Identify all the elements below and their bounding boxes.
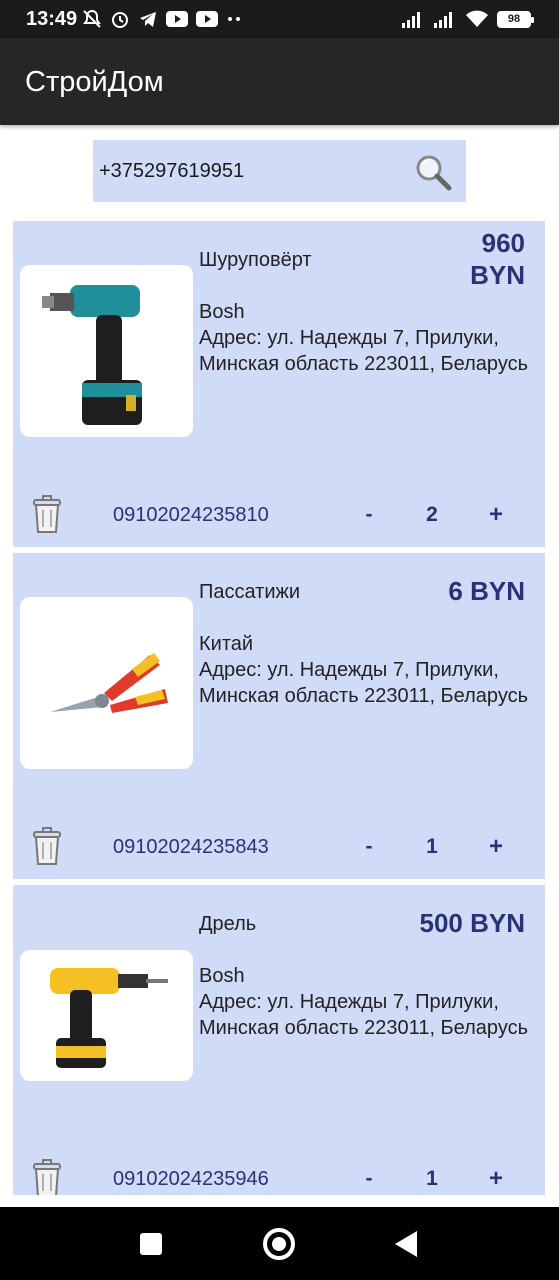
search-input[interactable] — [99, 140, 399, 202]
wifi-icon — [466, 10, 488, 27]
back-button[interactable] — [395, 1231, 417, 1257]
item-address: Адрес: ул. Надежды 7, Прилуки, Минская о… — [199, 991, 529, 1039]
recents-button[interactable] — [140, 1233, 162, 1255]
youtube-icon — [196, 11, 218, 27]
signal-icon — [434, 12, 452, 28]
trash-icon[interactable] — [31, 826, 63, 866]
signal-icon — [402, 12, 420, 28]
more-dots-icon — [228, 17, 240, 21]
alarm-icon — [112, 12, 128, 28]
youtube-icon — [166, 11, 188, 27]
item-price: 6 BYN — [448, 575, 525, 607]
cart-item: Шуруповёрт 960 BYN Bosh Адрес: ул. Надеж… — [13, 221, 545, 547]
search-icon[interactable] — [413, 152, 453, 192]
app-title: СтройДом — [25, 66, 164, 98]
status-left-icons — [82, 9, 242, 29]
telegram-icon — [140, 12, 156, 27]
quantity-value: 1 — [426, 835, 438, 858]
item-price-amount: 500 BYN — [419, 908, 526, 938]
item-brand: Bosh — [199, 965, 245, 987]
item-brand: Китай — [199, 633, 254, 655]
status-right-icons: 98 — [401, 9, 534, 29]
drill-image — [20, 950, 193, 1081]
item-brand: Bosh — [199, 301, 245, 323]
quantity-value: 2 — [426, 503, 438, 526]
trash-icon[interactable] — [31, 1158, 63, 1195]
item-article: 09102024235843 — [113, 836, 269, 858]
status-time: 13:49 — [26, 8, 78, 30]
cart-item: Пассатижи 6 BYN Китай Адрес: ул. Надежды… — [13, 553, 545, 879]
trash-icon[interactable] — [31, 494, 63, 534]
battery-icon: 98 — [497, 10, 534, 28]
item-price: 500 BYN — [420, 907, 526, 939]
item-name: Пассатижи — [199, 581, 301, 603]
decrease-button[interactable]: - — [354, 1167, 384, 1191]
cordless-screwdriver-image — [20, 265, 193, 437]
item-name: Дрель — [199, 913, 257, 935]
item-price-amount: 6 BYN — [448, 576, 525, 606]
app-bar: СтройДом — [0, 38, 559, 125]
cart-item: Дрель 500 BYN Bosh Адрес: ул. Надежды 7,… — [13, 885, 545, 1195]
system-nav-bar — [0, 1207, 559, 1280]
item-address: Адрес: ул. Надежды 7, Прилуки, Минская о… — [199, 327, 529, 375]
pliers-image — [20, 597, 193, 769]
status-bar: 13:49 98 — [0, 0, 559, 38]
increase-button[interactable]: + — [481, 501, 511, 529]
decrease-button[interactable]: - — [354, 835, 384, 859]
quantity-value: 1 — [426, 1167, 438, 1190]
item-price-amount: 960 — [481, 228, 525, 258]
search-bar — [93, 140, 466, 202]
battery-level: 98 — [507, 13, 521, 25]
item-article: 09102024235946 — [113, 1168, 269, 1190]
home-button[interactable] — [263, 1228, 295, 1260]
decrease-button[interactable]: - — [354, 503, 384, 527]
item-price: 960 BYN — [470, 227, 525, 291]
increase-button[interactable]: + — [481, 1165, 511, 1193]
item-article: 09102024235810 — [113, 504, 269, 526]
item-price-currency: BYN — [470, 260, 525, 290]
cart-list[interactable]: Шуруповёрт 960 BYN Bosh Адрес: ул. Надеж… — [13, 221, 545, 1195]
increase-button[interactable]: + — [481, 833, 511, 861]
mute-icon — [83, 9, 101, 28]
item-name: Шуруповёрт — [199, 249, 312, 271]
item-address: Адрес: ул. Надежды 7, Прилуки, Минская о… — [199, 659, 529, 707]
